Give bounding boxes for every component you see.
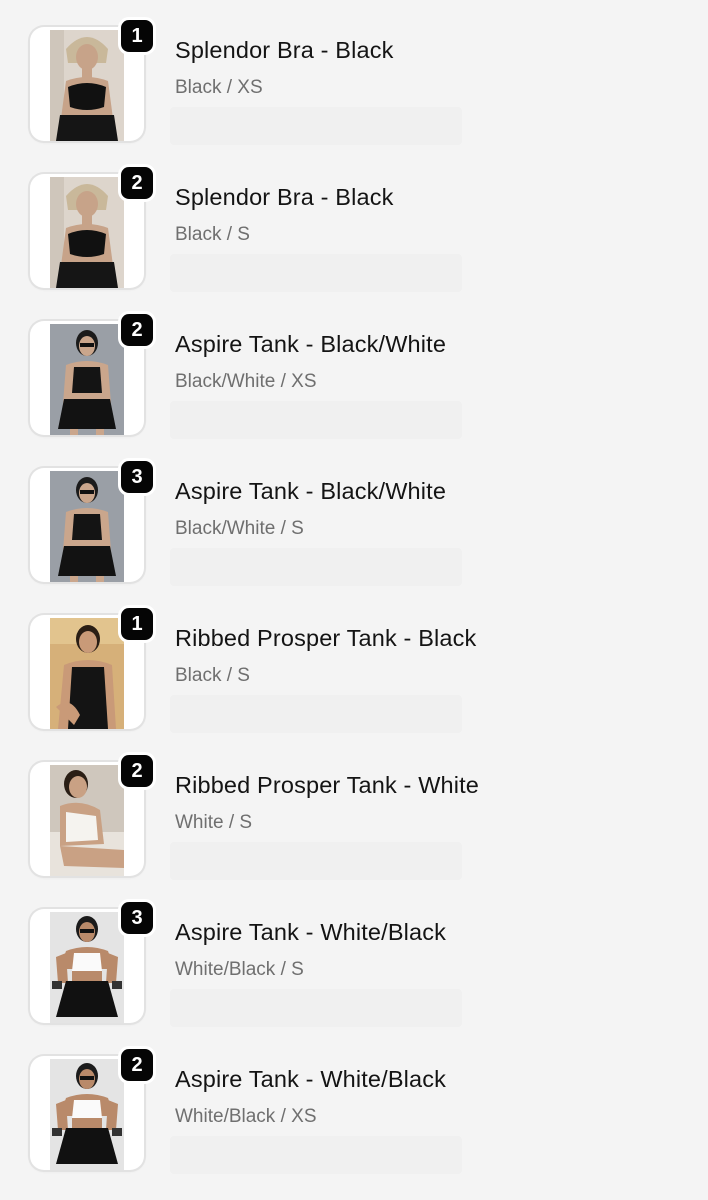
cart-item[interactable]: 2 Aspire Tank - Black/White Black/White … [0, 294, 708, 441]
loading-placeholder [170, 989, 462, 1027]
product-variant: White/Black / S [175, 959, 304, 980]
quantity-badge: 1 [118, 605, 156, 643]
loading-placeholder [170, 1136, 462, 1174]
product-title[interactable]: Aspire Tank - White/Black [175, 1066, 446, 1093]
product-title[interactable]: Ribbed Prosper Tank - Black [175, 625, 476, 652]
quantity-badge: 2 [118, 752, 156, 790]
loading-placeholder [170, 254, 462, 292]
loading-placeholder [170, 401, 462, 439]
quantity-badge: 2 [118, 311, 156, 349]
product-variant: Black / S [175, 665, 250, 686]
quantity-badge: 1 [118, 17, 156, 55]
cart-item[interactable]: 3 Aspire Tank - White/Black White/Black … [0, 882, 708, 1029]
cart-item[interactable]: 2 Splendor Bra - Black Black / S [0, 147, 708, 294]
loading-placeholder [170, 548, 462, 586]
cart-item[interactable]: 1 Splendor Bra - Black Black / XS [0, 0, 708, 147]
cart-item[interactable]: 2 Aspire Tank - White/Black White/Black … [0, 1029, 708, 1176]
product-variant: Black/White / XS [175, 371, 317, 392]
quantity-badge: 3 [118, 899, 156, 937]
product-title[interactable]: Ribbed Prosper Tank - White [175, 772, 479, 799]
quantity-badge: 2 [118, 1046, 156, 1084]
product-variant: Black / S [175, 224, 250, 245]
cart-item[interactable]: 2 Ribbed Prosper Tank - White White / S [0, 735, 708, 882]
product-variant: White/Black / XS [175, 1106, 317, 1127]
cart-item-list: 1 Splendor Bra - Black Black / XS 2 Sple… [0, 0, 708, 1200]
product-title[interactable]: Aspire Tank - Black/White [175, 478, 446, 505]
cart-item[interactable]: 3 Aspire Tank - Black/White Black/White … [0, 441, 708, 588]
product-title[interactable]: Aspire Tank - Black/White [175, 331, 446, 358]
product-variant: White / S [175, 812, 253, 833]
product-title[interactable]: Splendor Bra - Black [175, 184, 394, 211]
product-variant: Black / XS [175, 77, 263, 98]
loading-placeholder [170, 842, 462, 880]
product-title[interactable]: Aspire Tank - White/Black [175, 919, 446, 946]
product-title[interactable]: Splendor Bra - Black [175, 37, 394, 64]
cart-item[interactable]: 1 Ribbed Prosper Tank - Black Black / S [0, 588, 708, 735]
quantity-badge: 2 [118, 164, 156, 202]
product-variant: Black/White / S [175, 518, 304, 539]
loading-placeholder [170, 695, 462, 733]
loading-placeholder [170, 107, 462, 145]
quantity-badge: 3 [118, 458, 156, 496]
